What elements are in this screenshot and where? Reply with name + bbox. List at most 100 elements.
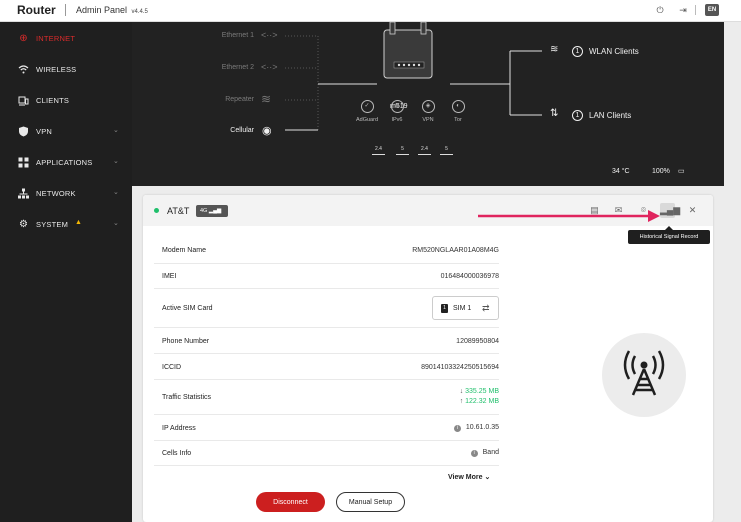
upload-value: 122.32 MB [465,398,499,405]
logout-icon[interactable]: ⇥ [677,4,689,16]
row-phone-number: Phone Number 12089950804 [154,328,499,354]
upload-traffic: ↑ 122.32 MB [460,398,499,405]
row-value: 89014103324250515694 [421,364,499,371]
lan-clients-icon: ⇅ [550,108,559,119]
cellular-icon: ◉ [262,125,272,137]
top-bar: Router Admin Panel v4.4.5 ⏻ ⇥ EN [0,0,741,22]
power-icon[interactable]: ⏻ [654,4,666,16]
info-icon[interactable]: i [470,450,478,457]
card-header: AT&T 4G ▂▄▆ ▤ ✉ ⌾ ▂▄▆ ✕ [143,195,713,226]
row-label: IP Address [162,425,196,432]
vpn-icon: ◈ [421,100,435,113]
ethernet-icon: <··> [261,62,278,72]
row-iccid: ICCID 89014103324250515694 [154,354,499,380]
version-label: v4.4.5 [131,9,148,15]
sidebar-item-wireless[interactable]: WIRELESS [0,56,132,84]
sidebar-item-label: INTERNET [36,34,76,43]
chevron-down-icon: ⌄ [113,127,119,134]
brand-separator [65,4,66,16]
sidebar-item-label: VPN [36,127,53,136]
feature-vpn[interactable]: ◈ VPN [413,100,443,123]
mail-icon[interactable]: ✉ [611,203,626,218]
apps-grid-icon [18,157,29,168]
tor-icon: ◐ [451,100,465,113]
sms-icon[interactable]: ▤ [587,203,602,218]
scrollbar[interactable] [724,22,741,522]
view-more-label: View More [448,474,483,481]
network-type: 4G [200,208,208,214]
brand-name: Router [17,3,56,17]
row-ip-address: IP Address i 10.61.0.35 [154,415,499,441]
signal-history-tooltip: Historical Signal Record [628,230,710,244]
chevron-down-icon: ⌄ [113,158,119,165]
ethernet-icon: <··> [261,30,278,40]
row-label: Modem Name [162,247,206,254]
row-active-sim: Active SIM Card 1 SIM 1 ⇄ [154,289,499,328]
warning-icon: ▲ [75,219,82,226]
row-value: i Band [470,449,499,457]
settings-tools-icon[interactable]: ✕ [685,203,700,218]
connection-repeater[interactable]: Repeater [174,96,254,103]
swap-icon: ⇄ [482,303,490,313]
disconnect-button[interactable]: Disconnect [256,492,325,512]
lan-clients-link[interactable]: LAN Clients [589,111,631,120]
gear-icon: ⚙ [19,219,28,230]
sidebar-item-system[interactable]: ⚙ SYSTEM ▲ ⌄ [0,211,132,239]
network-type-badge: 4G ▂▄▆ [196,205,228,217]
sidebar: ⊕ INTERNET WIRELESS CLIENTS VPN ⌄ APPLIC… [0,22,132,522]
wlan-clients-link[interactable]: WLAN Clients [589,47,639,56]
battery-icon: ▭ [678,168,685,175]
band-5g-guest[interactable]: 5 [440,144,453,155]
chevron-down-icon: ⌄ [484,474,491,481]
feature-ipv6[interactable]: ⊕ IPv6 [382,100,412,123]
connection-ethernet-1[interactable]: Ethernet 1 [174,32,254,39]
manual-setup-button[interactable]: Manual Setup [336,492,405,512]
network-icon [18,188,29,199]
panel-title: Admin Panel v4.4.5 [76,5,148,15]
cellular-card: AT&T 4G ▂▄▆ ▤ ✉ ⌾ ▂▄▆ ✕ Historical Signa… [143,195,713,522]
battery-readout: 100% [652,168,670,175]
signal-history-icon[interactable]: ▂▄▆ [660,203,680,218]
sidebar-item-label: APPLICATIONS [36,158,93,167]
feature-adguard[interactable]: ✓ AdGuard [352,100,382,123]
topology-panel: Ethernet 1 <··> Ethernet 2 <··> Repeater… [132,22,724,186]
cell-tower-icon [623,350,665,396]
feature-tor[interactable]: ◐ Tor [443,100,473,123]
band-5g-wifi[interactable]: 5 [396,144,409,155]
feature-label: Tor [454,117,462,123]
band-2g-guest[interactable]: 2.4 [418,144,431,155]
shield-icon [18,126,29,137]
cellular-tower-badge [602,333,686,417]
sim-switch-button[interactable]: 1 SIM 1 ⇄ [432,296,499,320]
band-2g-wifi[interactable]: 2.4 [372,144,385,155]
sidebar-item-internet[interactable]: ⊕ INTERNET [0,25,132,53]
arrow-up-icon: ↑ [459,398,464,405]
sidebar-item-network[interactable]: NETWORK ⌄ [0,180,132,208]
connection-cellular[interactable]: Cellular [174,127,254,134]
language-button[interactable]: EN [705,4,719,16]
wlan-clients-icon: ≋ [550,44,559,55]
temperature-readout: 34 °C [612,168,630,175]
sidebar-item-label: SYSTEM [36,220,69,229]
row-label: Traffic Statistics [162,394,212,401]
connection-ethernet-2[interactable]: Ethernet 2 [174,64,254,71]
location-icon[interactable]: ⌾ [636,203,651,218]
carrier-name: AT&T [167,206,190,216]
globe-icon: ⊕ [19,33,28,44]
info-icon[interactable]: i [453,425,461,432]
sidebar-item-clients[interactable]: CLIENTS [0,87,132,115]
row-traffic-statistics: Traffic Statistics ↓ 335.25 MB ↑ 122.32 … [154,380,499,415]
clients-icon [18,95,29,106]
wifi-icon: ≋ [261,92,272,106]
row-label: Active SIM Card [162,305,213,312]
wifi-icon [18,64,29,75]
view-more-link[interactable]: View More ⌄ [448,473,490,481]
sim-label: SIM 1 [453,305,472,312]
row-label: Cells Info [162,450,192,457]
cells-value: Band [482,449,499,456]
row-label: Phone Number [162,338,210,345]
chevron-down-icon: ⌄ [113,220,119,227]
sidebar-item-vpn[interactable]: VPN ⌄ [0,118,132,146]
arrow-down-icon: ↓ [459,388,464,395]
sidebar-item-applications[interactable]: APPLICATIONS ⌄ [0,149,132,177]
